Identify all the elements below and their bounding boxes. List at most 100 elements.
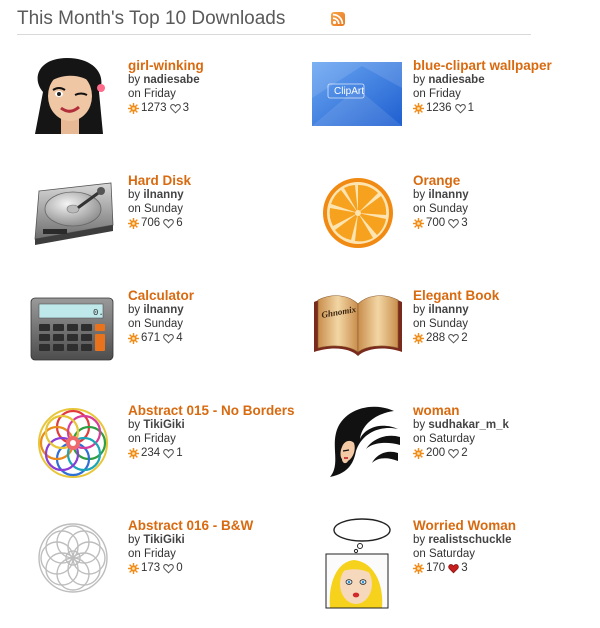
bw-mandala-thumbnail[interactable]	[17, 518, 121, 594]
item-info: Worried Woman by realistschuckle on Satu…	[413, 518, 588, 575]
item-author-line: by ilnanny	[128, 189, 303, 203]
item-title-link[interactable]: Worried Woman	[413, 518, 588, 534]
download-count: 700	[426, 217, 446, 229]
download-item: Hard Disk by ilnanny on Sunday 706 6	[17, 173, 307, 283]
favorite-heart-icon[interactable]	[448, 218, 459, 229]
favorite-heart-icon[interactable]	[448, 448, 459, 459]
item-author-line: by TikiGiki	[128, 534, 303, 548]
favorite-heart-icon[interactable]	[163, 218, 174, 229]
item-stats: 173 0	[128, 561, 303, 575]
favorite-count: 3	[182, 102, 189, 114]
item-info: Orange by ilnanny on Sunday 700 3	[413, 173, 588, 230]
item-author-line: by ilnanny	[413, 304, 588, 318]
favorite-heart-icon[interactable]	[163, 563, 174, 574]
orange-slice-thumbnail[interactable]	[302, 173, 406, 249]
download-count: 671	[141, 332, 161, 344]
author-link[interactable]: nadiesabe	[143, 74, 199, 86]
downloads-icon	[413, 217, 424, 229]
author-link[interactable]: TikiGiki	[143, 534, 184, 546]
section-title: This Month's Top 10 Downloads	[17, 8, 286, 29]
item-date: on Friday	[128, 87, 176, 100]
hard-disk-thumbnail[interactable]	[17, 173, 121, 249]
item-date: on Friday	[128, 432, 176, 445]
download-count: 234	[141, 447, 161, 459]
item-author-line: by TikiGiki	[128, 419, 303, 433]
item-title-link[interactable]: Abstract 016 - B&W	[128, 518, 303, 534]
download-item: Abstract 016 - B&W by TikiGiki on Friday…	[17, 518, 307, 628]
item-info: Abstract 016 - B&W by TikiGiki on Friday…	[128, 518, 303, 575]
item-author-line: by sudhakar_m_k	[413, 419, 588, 433]
by-label: by	[413, 419, 426, 431]
item-date: on Sunday	[413, 317, 468, 330]
favorite-count: 1	[176, 447, 183, 459]
calculator-thumbnail[interactable]: 0.	[17, 288, 121, 364]
item-info: girl-winking by nadiesabe on Friday 1273	[128, 58, 303, 115]
item-title-link[interactable]: Hard Disk	[128, 173, 303, 189]
woman-profile-thumbnail[interactable]	[302, 403, 406, 479]
item-stats: 706 6	[128, 216, 303, 230]
favorite-count: 0	[176, 562, 183, 574]
item-info: Abstract 015 - No Borders by TikiGiki on…	[128, 403, 303, 460]
author-link[interactable]: ilnanny	[143, 189, 183, 201]
download-item: woman by sudhakar_m_k on Saturday 200 2	[302, 403, 592, 513]
download-count: 170	[426, 562, 446, 574]
item-info: Hard Disk by ilnanny on Sunday 706 6	[128, 173, 303, 230]
item-date: on Friday	[128, 547, 176, 560]
by-label: by	[413, 189, 426, 201]
by-label: by	[413, 304, 426, 316]
item-author-line: by realistschuckle	[413, 534, 588, 548]
download-item: girl-winking by nadiesabe on Friday 1273	[17, 58, 307, 168]
favorite-heart-icon[interactable]	[454, 103, 466, 114]
item-title-link[interactable]: girl-winking	[128, 58, 303, 74]
by-label: by	[128, 304, 141, 316]
author-link[interactable]: ilnanny	[143, 304, 183, 316]
colorful-mandala-thumbnail[interactable]	[17, 403, 121, 479]
author-link[interactable]: realistschuckle	[428, 534, 511, 546]
favorite-count: 2	[461, 447, 468, 459]
item-title-link[interactable]: Orange	[413, 173, 588, 189]
favorite-heart-icon[interactable]	[169, 103, 181, 114]
favorite-heart-icon[interactable]	[163, 333, 174, 344]
by-label: by	[128, 419, 141, 431]
item-title-link[interactable]: Abstract 015 - No Borders	[128, 403, 303, 419]
item-stats: 671 4	[128, 331, 303, 345]
favorite-count: 6	[176, 217, 183, 229]
item-info: Elegant Book by ilnanny on Sunday 288 2	[413, 288, 588, 345]
favorite-count: 3	[461, 562, 468, 574]
item-date: on Saturday	[413, 432, 476, 445]
item-author-line: by nadiesabe	[413, 74, 588, 88]
author-link[interactable]: ilnanny	[428, 304, 468, 316]
worried-woman-thumbnail[interactable]	[302, 518, 406, 610]
download-count: 288	[426, 332, 446, 344]
downloads-icon	[413, 332, 424, 344]
downloads-icon	[413, 562, 424, 574]
girl-winking-thumbnail[interactable]	[17, 58, 121, 134]
favorite-count: 4	[176, 332, 183, 344]
by-label: by	[128, 74, 141, 86]
favorite-heart-icon[interactable]	[163, 448, 174, 459]
item-stats: 200 2	[413, 446, 588, 460]
author-link[interactable]: ilnanny	[428, 189, 468, 201]
downloads-icon	[128, 332, 139, 344]
open-book-thumbnail[interactable]: Ghnomix	[302, 288, 406, 364]
author-link[interactable]: TikiGiki	[143, 419, 184, 431]
rss-feed-icon[interactable]	[331, 12, 345, 26]
section-header: This Month's Top 10 Downloads	[17, 4, 531, 35]
item-stats: 234 1	[128, 446, 303, 460]
favorite-heart-icon[interactable]	[448, 563, 459, 574]
download-count: 173	[141, 562, 161, 574]
item-title-link[interactable]: Elegant Book	[413, 288, 588, 304]
item-date: on Sunday	[413, 202, 468, 215]
downloads-icon	[128, 562, 139, 574]
item-title-link[interactable]: blue-clipart wallpaper	[413, 58, 588, 74]
author-link[interactable]: nadiesabe	[428, 74, 484, 86]
favorite-heart-icon[interactable]	[448, 333, 459, 344]
blue-wallpaper-thumbnail[interactable]: ClipArt	[302, 58, 406, 134]
downloads-icon	[413, 102, 424, 114]
item-title-link[interactable]: Calculator	[128, 288, 303, 304]
download-item: ClipArt blue-clipart wallpaper by nadies…	[302, 58, 592, 168]
item-info: woman by sudhakar_m_k on Saturday 200 2	[413, 403, 588, 460]
item-title-link[interactable]: woman	[413, 403, 588, 419]
author-link[interactable]: sudhakar_m_k	[428, 419, 509, 431]
item-stats: 700 3	[413, 216, 588, 230]
